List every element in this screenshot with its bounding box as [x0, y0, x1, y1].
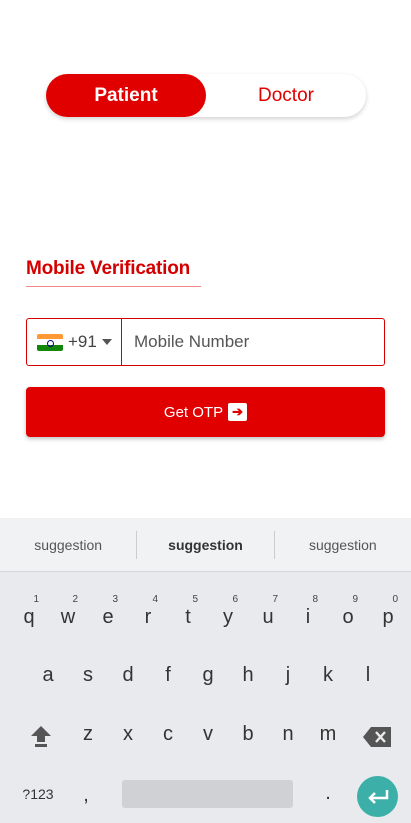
enter-key[interactable] [357, 776, 398, 817]
key-i[interactable]: i8 [296, 594, 320, 629]
key-n[interactable]: n [276, 723, 300, 746]
key-number-hint: 9 [352, 594, 358, 605]
country-code-selector[interactable]: +91 [27, 319, 122, 365]
period-key[interactable]: . [318, 782, 338, 805]
symbols-key[interactable]: ?123 [16, 786, 60, 802]
country-code: +91 [68, 332, 97, 351]
patient-tab[interactable]: Patient [46, 74, 206, 117]
dropdown-caret-icon [101, 339, 112, 345]
key-o[interactable]: o9 [336, 594, 360, 629]
enter-arrow-icon [367, 789, 388, 804]
backspace-icon[interactable] [363, 727, 391, 747]
key-number-hint: 1 [33, 594, 39, 605]
role-toggle: Patient Doctor [46, 74, 366, 117]
space-key[interactable] [122, 780, 293, 808]
login-screen: Patient Doctor Mobile Verification +91 G… [0, 0, 411, 823]
india-flag-icon [37, 333, 63, 351]
key-l[interactable]: l [356, 664, 380, 687]
heading-underline [26, 286, 201, 287]
get-otp-label: Get OTP [163, 403, 224, 421]
key-c[interactable]: c [156, 723, 180, 746]
key-d[interactable]: d [116, 664, 140, 687]
suggestion-right[interactable]: suggestion [275, 537, 411, 553]
key-k[interactable]: k [316, 664, 340, 687]
phone-field: +91 [26, 318, 385, 366]
mobile-number-input[interactable] [122, 319, 384, 365]
key-p[interactable]: p0 [376, 594, 400, 629]
key-t[interactable]: t5 [176, 594, 200, 629]
key-number-hint: 6 [232, 594, 238, 605]
key-number-hint: 5 [192, 594, 198, 605]
key-number-hint: 3 [112, 594, 118, 605]
suggestion-bar: suggestion suggestion suggestion [0, 518, 411, 572]
key-v[interactable]: v [196, 723, 220, 746]
soft-keyboard: suggestion suggestion suggestion q1 w2 e3 r… [0, 518, 411, 823]
suggestion-middle[interactable]: suggestion [137, 537, 273, 553]
key-h[interactable]: h [236, 664, 260, 687]
key-j[interactable]: j [276, 664, 300, 687]
get-otp-button[interactable]: Get OTP ➔ [26, 387, 385, 437]
key-y[interactable]: y6 [216, 594, 240, 629]
key-u[interactable]: u7 [256, 594, 280, 629]
key-s[interactable]: s [76, 664, 100, 687]
key-r[interactable]: r4 [136, 594, 160, 629]
key-number-hint: 8 [312, 594, 318, 605]
key-b[interactable]: b [236, 723, 260, 746]
key-x[interactable]: x [116, 723, 140, 746]
key-e[interactable]: e3 [96, 594, 120, 629]
key-number-hint: 7 [272, 594, 278, 605]
key-number-hint: 2 [72, 594, 78, 605]
key-z[interactable]: z [76, 723, 100, 746]
key-f[interactable]: f [156, 664, 180, 687]
shift-icon[interactable] [30, 724, 52, 748]
arrow-right-icon: ➔ [228, 403, 248, 421]
key-m[interactable]: m [316, 723, 340, 746]
mobile-verification-heading: Mobile Verification [26, 258, 191, 279]
key-w[interactable]: w2 [56, 594, 80, 629]
key-q[interactable]: q1 [17, 594, 41, 629]
suggestion-left[interactable]: suggestion [0, 537, 136, 553]
doctor-tab[interactable]: Doctor [206, 74, 366, 117]
key-number-hint: 0 [392, 594, 398, 605]
key-number-hint: 4 [152, 594, 158, 605]
key-g[interactable]: g [196, 664, 220, 687]
key-a[interactable]: a [36, 664, 60, 687]
comma-key[interactable]: , [76, 784, 96, 807]
